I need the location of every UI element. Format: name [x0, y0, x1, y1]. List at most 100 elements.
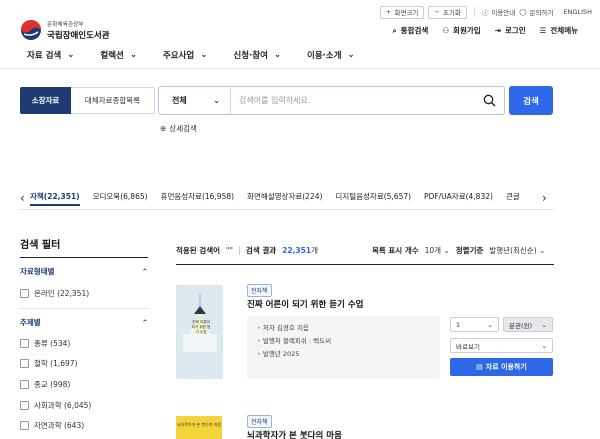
zoom-in-button[interactable]: + 화면크기 — [380, 5, 425, 19]
login-link[interactable]: ⇥ 로그인 — [495, 25, 526, 36]
checkbox[interactable] — [20, 401, 29, 410]
tab-audiobook[interactable]: 오디오북(6,865) — [93, 191, 148, 206]
gnb-item-search[interactable]: 자료 검색 ⌄ — [27, 49, 74, 61]
tab-human-voice[interactable]: 휴먼음성자료(16,958) — [161, 191, 235, 206]
divider — [0, 68, 600, 69]
search-scope-select[interactable]: 전체 ⌄ — [159, 87, 231, 114]
result-badge: 전자책 — [247, 284, 272, 297]
divider — [176, 264, 554, 265]
chevron-down-icon: ⌄ — [541, 341, 547, 350]
filter-option[interactable]: 총류 (534) — [20, 338, 70, 349]
book-cover[interactable]: 진짜 어른이 되기 위한 듣기 수업 — [176, 285, 223, 379]
join-link[interactable]: ⚇ 회원가입 — [442, 25, 480, 36]
quantity-select[interactable]: 1 ⌄ — [450, 317, 499, 332]
gnb-item-apply[interactable]: 신청·참여 ⌄ — [233, 49, 281, 61]
book-icon: ▤ — [476, 363, 483, 371]
checkbox[interactable] — [20, 380, 29, 389]
search-icon[interactable] — [474, 94, 504, 107]
divider — [238, 246, 240, 255]
gnb-item-business[interactable]: 주요사업 ⌄ — [163, 49, 207, 61]
chevron-down-icon: ⌄ — [67, 50, 75, 60]
use-material-button[interactable]: ▤ 자료 이용하기 — [450, 358, 553, 376]
logo-icon — [21, 20, 41, 40]
divider — [20, 308, 148, 309]
chevron-right-icon[interactable]: › — [542, 191, 552, 205]
gnb-item-about[interactable]: 이용·소개 ⌄ — [307, 49, 355, 61]
chevron-down-icon: ⌄ — [200, 50, 208, 60]
advanced-search-link[interactable]: ⊕ 상세검색 — [160, 123, 197, 134]
divider — [473, 7, 475, 17]
results-controls: 목록 표시 개수 10개 ⌄ 정렬기준 발행년(최신순) ⌄ — [372, 245, 545, 256]
search-button[interactable]: 검색 — [509, 86, 553, 115]
per-page-select[interactable]: 10개 ⌄ — [425, 245, 450, 256]
utility-bar: + 화면크기 − 초기화 ⓘ 이용안내 ◯ 문의하기 ENGLISH — [380, 5, 592, 19]
gnb-item-collection[interactable]: 컬렉션 ⌄ — [100, 49, 137, 61]
search-input[interactable]: 검색어를 입력하세요. — [231, 95, 474, 106]
chevron-down-icon: ⌄ — [487, 320, 493, 329]
category-tabs: ‹ 자책(22,351) 오디오북(6,865) 휴먼음성자료(16,958) … — [20, 190, 552, 206]
minus-icon: − — [434, 8, 440, 16]
result-author: 저자 김경호 지음 — [257, 322, 430, 335]
tab-holdings[interactable]: 소장자료 — [20, 87, 71, 114]
result-badge: 전자책 — [247, 415, 272, 428]
library-name: 국립장애인도서관 — [47, 30, 110, 41]
tab-described-video[interactable]: 화면해설영상자료(224) — [247, 191, 322, 206]
filter-option[interactable]: 철학 (1,697) — [20, 358, 78, 369]
checkbox[interactable] — [20, 421, 29, 430]
divider — [20, 257, 148, 258]
zoom-plus-icon: ⊕ — [160, 124, 167, 133]
filter-group-subject[interactable]: 주제별 ⌃ — [20, 317, 148, 328]
checkbox[interactable] — [20, 339, 29, 348]
cover-title: 진짜 어른이 되기 위한 듣기 수업 — [191, 320, 211, 334]
inquiry-link[interactable]: ◯ 문의하기 — [519, 7, 553, 17]
filter-option[interactable]: 종교 (998) — [20, 379, 70, 390]
divider — [20, 209, 554, 210]
sort-select[interactable]: 발행년(최신순) ⌄ — [489, 245, 545, 256]
search-icon: ⌕ — [392, 25, 397, 35]
result-publisher: 발행처 블랙피쉬 : 백도씨 — [257, 335, 430, 348]
checkbox[interactable] — [20, 359, 29, 368]
tab-pdf-ua[interactable]: PDF/UA자료(4,832) — [424, 191, 493, 206]
category-tab-list: 자책(22,351) 오디오북(6,865) 휴먼음성자료(16,958) 화면… — [30, 191, 540, 206]
applied-query-label: 적용된 검색어 — [176, 246, 221, 255]
result-title[interactable]: 진짜 어른이 되기 위한 듣기 수업 — [247, 298, 363, 310]
result-count: 22,351 — [282, 246, 312, 255]
results-summary: 적용된 검색어 "" 검색 결과 22,351개 — [176, 246, 318, 255]
tab-union-catalog[interactable]: 대체자료종합목록 — [71, 87, 155, 114]
filter-title: 검색 필터 — [20, 240, 61, 251]
ministry-name: 문화체육관광부 — [47, 21, 84, 28]
filter-option[interactable]: 온라인 (22,351) — [20, 288, 89, 299]
guide-link[interactable]: ⓘ 이용안내 — [482, 7, 515, 17]
cover-title: 뇌과학자가 본 붓다의 마음 — [176, 422, 222, 427]
applied-query-value: "" — [226, 246, 233, 255]
book-cover[interactable]: 뇌과학자가 본 붓다의 마음 — [176, 416, 222, 439]
chevron-left-icon[interactable]: ‹ — [20, 191, 30, 205]
integrated-search-link[interactable]: ⌕ 통합검색 — [393, 25, 429, 36]
checkbox[interactable] — [20, 289, 29, 298]
chevron-down-icon: ⌄ — [347, 50, 355, 60]
chevron-down-icon: ⌄ — [273, 50, 282, 60]
result-count-label: 검색 결과 — [245, 246, 277, 255]
chevron-down-icon: ⌄ — [539, 246, 546, 255]
user-plus-icon: ⚇ — [442, 26, 450, 35]
menu-icon: ☰ — [539, 26, 547, 35]
result-title[interactable]: 뇌과학자가 본 붓다의 마음 — [247, 429, 342, 439]
volume-select[interactable]: 분권(원) ⌄ — [503, 317, 553, 332]
reset-button[interactable]: − 초기화 — [428, 5, 467, 19]
tab-digital-voice[interactable]: 디지털음성자료(5,657) — [335, 191, 411, 206]
filter-group-format[interactable]: 자료형태별 ⌃ — [20, 266, 148, 277]
all-menu-button[interactable]: ☰ 전체메뉴 — [540, 25, 578, 36]
tab-large-print[interactable]: 큰글 — [506, 191, 520, 206]
global-nav: 자료 검색 ⌄ 컬렉션 ⌄ 주요사업 ⌄ 신청·참여 ⌄ 이용·소개 ⌄ — [27, 49, 355, 61]
english-link[interactable]: ENGLISH — [563, 8, 592, 16]
chevron-down-icon: ⌄ — [213, 96, 220, 105]
login-icon: ⇥ — [494, 26, 501, 35]
tab-ebook[interactable]: 자책(22,351) — [30, 191, 80, 206]
site-logo[interactable]: 문화체육관광부 국립장애인도서관 — [20, 19, 110, 41]
view-select[interactable]: 바로보기 ⌄ — [450, 338, 553, 353]
search-box: 전체 ⌄ 검색어를 입력하세요. — [158, 86, 505, 115]
filter-option[interactable]: 사회과학 (6,045) — [20, 400, 91, 411]
filter-option[interactable]: 자연과학 (643) — [20, 420, 84, 431]
result-year: 발행년 2025 — [257, 348, 430, 361]
result-actions: 1 ⌄ 분권(원) ⌄ 바로보기 ⌄ ▤ 자료 이용하기 — [450, 317, 553, 376]
